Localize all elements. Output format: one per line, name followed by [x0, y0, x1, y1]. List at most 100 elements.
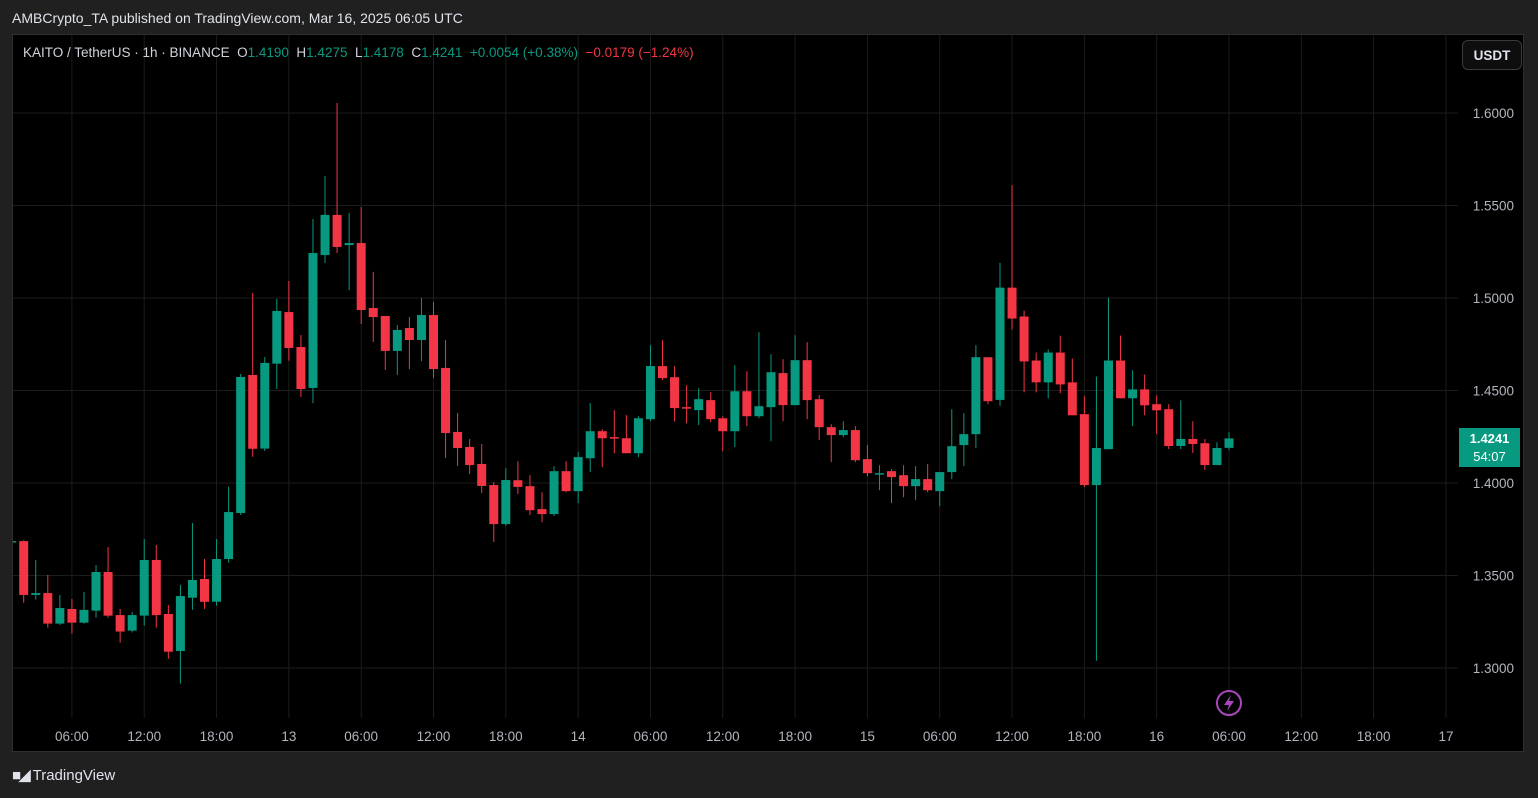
candle-down[interactable] — [1019, 310, 1029, 393]
candle-up[interactable] — [308, 219, 318, 404]
candle-down[interactable] — [621, 415, 631, 454]
candle-down[interactable] — [429, 302, 439, 378]
candle-down[interactable] — [1164, 404, 1174, 450]
candle-up[interactable] — [212, 539, 222, 606]
candle-up[interactable] — [79, 591, 89, 624]
candle-down[interactable] — [537, 492, 547, 523]
candle-down[interactable] — [380, 315, 390, 370]
candle-down[interactable] — [597, 429, 607, 468]
candle-down[interactable] — [862, 445, 872, 477]
candle-down[interactable] — [103, 547, 113, 618]
candle-down[interactable] — [332, 103, 342, 254]
candle-up[interactable] — [392, 325, 402, 375]
candle-up[interactable] — [224, 486, 234, 563]
currency-button[interactable]: USDT — [1462, 40, 1522, 70]
candle-down[interactable] — [1188, 421, 1198, 454]
candle-up[interactable] — [55, 594, 65, 625]
candle-up[interactable] — [947, 409, 957, 480]
candle-up[interactable] — [754, 332, 764, 419]
candle-up[interactable] — [694, 388, 704, 426]
candle-up[interactable] — [7, 540, 17, 543]
candle-up[interactable] — [1091, 376, 1101, 661]
candle-up[interactable] — [1103, 297, 1113, 450]
candle-up[interactable] — [91, 564, 101, 618]
candle-down[interactable] — [658, 340, 668, 381]
candle-down[interactable] — [284, 280, 294, 361]
candle-down[interactable] — [465, 438, 475, 474]
candle-down[interactable] — [404, 317, 414, 370]
candle-down[interactable] — [441, 339, 451, 459]
candle-down[interactable] — [609, 410, 619, 454]
candle-up[interactable] — [935, 472, 945, 507]
candle-down[interactable] — [670, 366, 680, 422]
tradingview-brand[interactable]: ■◢ TradingView — [12, 766, 115, 785]
candle-down[interactable] — [850, 426, 860, 463]
candle-down[interactable] — [778, 359, 788, 422]
symbol-info[interactable]: KAITO / TetherUS · 1h · BINANCE — [23, 45, 230, 60]
candle-down[interactable] — [814, 395, 824, 441]
candle-down[interactable] — [1067, 358, 1077, 416]
candle-down[interactable] — [67, 598, 77, 634]
candle-up[interactable] — [874, 465, 884, 491]
candle-down[interactable] — [1200, 438, 1210, 471]
candle-down[interactable] — [453, 413, 463, 466]
candle-down[interactable] — [718, 416, 728, 452]
candle-down[interactable] — [802, 342, 812, 420]
candle-up[interactable] — [139, 539, 149, 626]
candle-up[interactable] — [790, 335, 800, 406]
candle-up[interactable] — [730, 365, 740, 448]
candle-down[interactable] — [1007, 185, 1017, 330]
candle-up[interactable] — [187, 522, 197, 610]
candle-down[interactable] — [826, 424, 836, 463]
candle-up[interactable] — [633, 416, 643, 458]
candle-up[interactable] — [573, 452, 583, 504]
candle-down[interactable] — [356, 206, 366, 325]
candle-up[interactable] — [272, 298, 282, 390]
candle-down[interactable] — [899, 465, 909, 498]
candle-down[interactable] — [1116, 335, 1126, 399]
candle-up[interactable] — [127, 611, 137, 633]
candle-down[interactable] — [368, 271, 378, 343]
candle-up[interactable] — [416, 298, 426, 362]
candle-down[interactable] — [163, 605, 173, 659]
candle-up[interactable] — [838, 421, 848, 438]
candle-up[interactable] — [1212, 442, 1222, 466]
candle-down[interactable] — [706, 392, 716, 423]
candle-up[interactable] — [971, 345, 981, 449]
candle-down[interactable] — [199, 559, 209, 609]
candle-down[interactable] — [525, 475, 535, 516]
candlestick-chart[interactable]: 1.3000 1.3500 1.4000 1.4500 1.5000 1.5500 1.60… — [0, 0, 1538, 798]
candle-up[interactable] — [236, 374, 246, 516]
candle-down[interactable] — [151, 544, 161, 628]
candle-down[interactable] — [1152, 395, 1162, 435]
candle-down[interactable] — [19, 540, 29, 603]
candle-down[interactable] — [513, 461, 523, 494]
candle-up[interactable] — [549, 466, 559, 517]
candle-up[interactable] — [1128, 370, 1138, 427]
candle-down[interactable] — [1140, 374, 1150, 416]
candle-down[interactable] — [923, 464, 933, 493]
candle-down[interactable] — [742, 371, 752, 427]
candle-up[interactable] — [31, 559, 41, 600]
candle-down[interactable] — [296, 335, 306, 397]
candle-down[interactable] — [115, 608, 125, 643]
candle-up[interactable] — [501, 468, 511, 526]
candle-down[interactable] — [887, 469, 897, 504]
candle-down[interactable] — [43, 574, 53, 628]
candle-up[interactable] — [1224, 432, 1234, 451]
candle-down[interactable] — [248, 293, 258, 457]
candle-up[interactable] — [260, 357, 270, 451]
candle-up[interactable] — [344, 213, 354, 291]
candle-up[interactable] — [585, 403, 595, 473]
candle-up[interactable] — [995, 262, 1005, 406]
candle-down[interactable] — [1079, 396, 1089, 488]
candle-down[interactable] — [983, 357, 993, 405]
candle-up[interactable] — [1176, 400, 1186, 450]
candle-up[interactable] — [911, 466, 921, 501]
candle-down[interactable] — [477, 443, 487, 493]
candle-up[interactable] — [175, 584, 185, 684]
candle-up[interactable] — [320, 176, 330, 264]
candle-down[interactable] — [489, 482, 499, 543]
candle-up[interactable] — [645, 345, 655, 422]
candle-down[interactable] — [1055, 335, 1065, 394]
